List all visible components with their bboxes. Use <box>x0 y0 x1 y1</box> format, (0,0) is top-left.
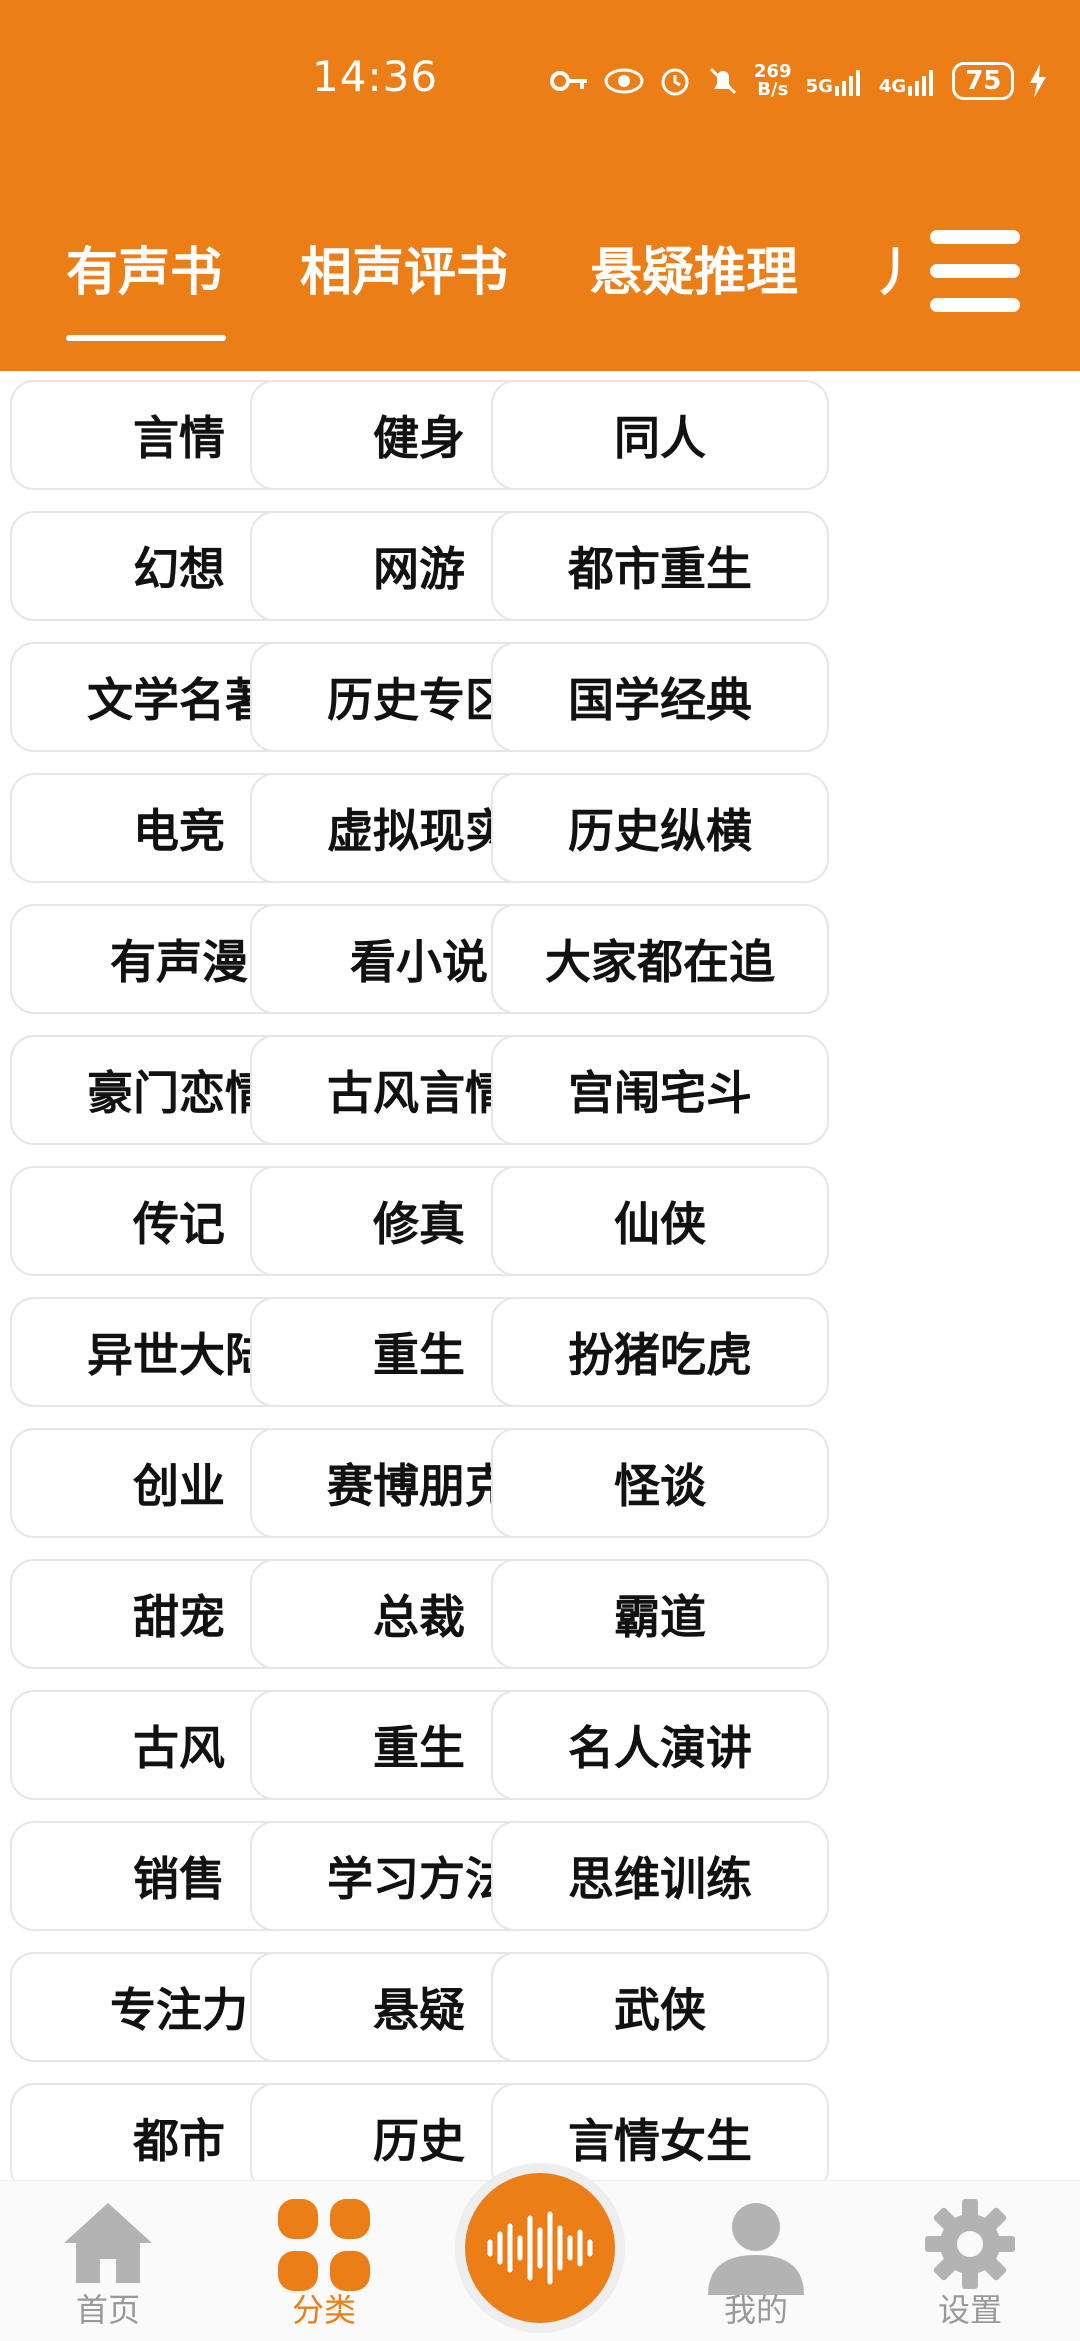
category-item[interactable]: 国学经典 <box>491 642 829 752</box>
category-item[interactable]: 怪谈 <box>491 1428 829 1538</box>
nav-category-label: 分类 <box>291 2291 356 2329</box>
category-item[interactable]: 名人演讲 <box>491 1690 829 1800</box>
audio-wave-icon <box>487 2211 593 2285</box>
signal-bars-icon <box>834 70 860 96</box>
person-icon <box>708 2203 804 2295</box>
home-icon <box>64 2203 152 2283</box>
gear-icon <box>925 2199 1015 2289</box>
nav-mine-label: 我的 <box>723 2291 788 2329</box>
nav-home-label: 首页 <box>75 2291 140 2329</box>
menu-button[interactable] <box>920 222 1030 318</box>
grid-icon <box>278 2199 370 2291</box>
signal-5g: 5G <box>806 66 865 96</box>
nav-category[interactable]: 分类 <box>224 2181 424 2341</box>
category-item[interactable]: 宫闱宅斗 <box>491 1035 829 1145</box>
category-grid: 言情 健身 同人 幻想 网游 都市重生 文学名著 历史专区 国学经典 电竞 虚拟现实 历史纵横 有声漫看… <box>10 380 1070 2185</box>
player-button[interactable] <box>455 2163 625 2333</box>
category-tabs: 有声书 相声评书 悬疑推理 儿 <box>0 230 900 340</box>
net-speed-unit: B/s <box>757 79 789 100</box>
nav-mine[interactable]: 我的 <box>656 2181 856 2341</box>
category-item[interactable]: 武侠 <box>491 1952 829 2062</box>
app-header: 14:36 269 B/s 5G 4G 75 有声书 相声评书 悬疑推理 <box>0 0 1080 371</box>
tab-mystery[interactable]: 悬疑推理 <box>590 230 798 305</box>
alarm-icon <box>661 68 689 96</box>
signal-5g-label: 5G <box>805 76 833 97</box>
tab-children[interactable]: 儿 <box>880 230 900 305</box>
eye-icon <box>604 68 644 94</box>
signal-4g: 4G <box>879 66 938 96</box>
tab-active-indicator <box>66 335 226 341</box>
category-item[interactable]: 历史纵横 <box>491 773 829 883</box>
key-icon <box>550 71 587 91</box>
category-item[interactable]: 都市重生 <box>491 511 829 621</box>
signal-bars-icon <box>908 70 934 96</box>
nav-home[interactable]: 首页 <box>8 2181 208 2341</box>
menu-bar <box>930 264 1020 278</box>
tab-crosstalk[interactable]: 相声评书 <box>300 230 508 305</box>
menu-bar <box>930 298 1020 312</box>
tab-audiobook[interactable]: 有声书 <box>66 230 222 305</box>
status-icons: 269 B/s 5G 4G 75 <box>550 58 1048 104</box>
category-item[interactable]: 仙侠 <box>491 1166 829 1276</box>
category-item[interactable]: 思维训练 <box>491 1821 829 1931</box>
category-item[interactable]: 同人 <box>491 380 829 490</box>
category-item[interactable]: 霸道 <box>491 1559 829 1669</box>
status-time: 14:36 <box>312 52 439 101</box>
nav-settings[interactable]: 设置 <box>870 2181 1070 2341</box>
menu-bar <box>930 230 1020 244</box>
status-bar: 14:36 269 B/s 5G 4G 75 <box>0 0 1080 160</box>
charging-icon <box>1030 64 1047 98</box>
net-speed: 269 B/s <box>754 63 792 99</box>
battery-indicator: 75 <box>952 62 1015 100</box>
player-button-inner <box>465 2173 615 2323</box>
category-item[interactable]: 扮猪吃虎 <box>491 1297 829 1407</box>
bell-off-icon <box>709 67 737 95</box>
category-item[interactable]: 大家都在追 <box>491 904 829 1014</box>
nav-settings-label: 设置 <box>937 2291 1002 2329</box>
signal-4g-label: 4G <box>878 76 907 97</box>
